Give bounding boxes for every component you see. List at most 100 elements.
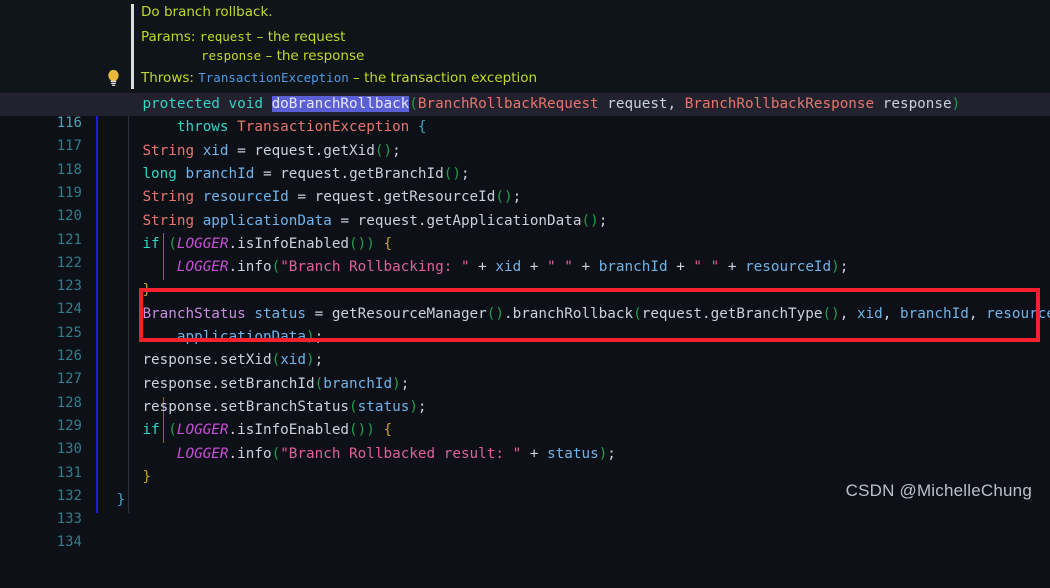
tok-method: getApplicationData <box>426 212 582 229</box>
tok-paren: ( <box>168 422 177 439</box>
tok-method: isInfoEnabled <box>237 422 350 439</box>
tok-paren: ( <box>349 398 358 415</box>
tok-paren: ) <box>366 422 375 439</box>
tok-op: + <box>478 259 487 276</box>
tok-semi: ; <box>392 142 401 159</box>
code-row[interactable]: 116 protected void doBranchRollback(Bran… <box>0 93 1050 131</box>
lightbulb-icon[interactable] <box>106 69 121 87</box>
code-row[interactable]: 122 if (LOGGER.isInfoEnabled()) { <box>0 233 1050 271</box>
tok-paren: ) <box>409 398 418 415</box>
code-row[interactable]: 128 response.setBranchId(branchId); <box>0 373 1050 411</box>
tok-obj: response <box>142 398 212 415</box>
tok-kw: if <box>142 422 160 439</box>
code-line-122[interactable]: if (LOGGER.isInfoEnabled()) { <box>108 233 392 256</box>
tok-semi: ; <box>400 375 410 392</box>
code-row[interactable]: 130 if (LOGGER.isInfoEnabled()) { <box>0 419 1050 457</box>
doc-throws-type[interactable]: TransactionException <box>198 70 349 85</box>
code-line-123[interactable]: LOGGER.info("Branch Rollbacking: " + xid… <box>108 256 848 279</box>
code-line-126[interactable]: applicationData); <box>108 326 323 349</box>
tok-kw: throws <box>176 119 229 136</box>
doc-param-desc-response: the response <box>276 48 365 64</box>
selected-identifier[interactable]: doBranchRollback <box>271 96 410 112</box>
code-line-119[interactable]: long branchId = request.getBranchId(); <box>108 163 469 186</box>
code-line-128[interactable]: response.setBranchId(branchId); <box>108 373 409 396</box>
tok-var: branchId <box>185 165 255 182</box>
tok-type: BranchRollbackResponse <box>684 96 875 112</box>
code-row[interactable]: 134 <box>0 512 1050 550</box>
code-line-116[interactable]: protected void doBranchRollback(BranchRo… <box>108 93 960 116</box>
tok-paren: () <box>495 189 513 206</box>
code-row[interactable]: 129 response.setBranchStatus(status); <box>0 396 1050 434</box>
code-row[interactable]: 127 response.setXid(xid); <box>0 349 1050 387</box>
code-line-124[interactable]: } <box>108 279 151 302</box>
tok-paren: ) <box>598 445 608 462</box>
tok-type: String <box>142 189 195 206</box>
code-editor[interactable]: 116 protected void doBranchRollback(Bran… <box>0 93 1050 550</box>
tok-arg: xid <box>280 352 307 369</box>
javadoc-tooltip: Do branch rollback. Params: request – th… <box>0 0 1050 93</box>
tok-arg: resourceId <box>986 305 1050 322</box>
tok-logger: LOGGER <box>176 422 229 439</box>
tok-paren: ) <box>831 259 840 276</box>
code-line-127[interactable]: response.setXid(xid); <box>108 349 323 372</box>
code-line-129[interactable]: response.setBranchStatus(status); <box>108 396 427 419</box>
tok-method: setBranchId <box>219 375 315 392</box>
code-row[interactable]: 119 long branchId = request.getBranchId(… <box>0 163 1050 201</box>
code-line-117[interactable]: throws TransactionException { <box>108 116 427 139</box>
tok-brace: } <box>142 282 152 299</box>
tok-string: "Branch Rollbacked result: " <box>280 445 522 462</box>
code-row[interactable]: 126 applicationData); <box>0 326 1050 364</box>
code-row[interactable]: 124 } <box>0 279 1050 317</box>
tok-dot: . <box>211 352 220 369</box>
code-row[interactable]: 131 LOGGER.info("Branch Rollbacked resul… <box>0 443 1050 481</box>
tok-logger: LOGGER <box>176 235 229 252</box>
tok-method: isInfoEnabled <box>237 235 350 252</box>
code-line-132[interactable]: } <box>108 466 151 489</box>
tok-paren: ) <box>951 96 961 112</box>
doc-throws-label: Throws: <box>141 70 194 86</box>
doc-params-label: Params: <box>141 29 196 45</box>
tok-obj: request <box>280 165 341 182</box>
doc-params-row-2: response – the response <box>201 48 364 64</box>
doc-param-dash-2: – <box>261 48 277 64</box>
code-row[interactable]: 120 String resourceId = request.getResou… <box>0 186 1050 224</box>
code-line-133[interactable]: } <box>108 489 126 512</box>
tok-method: getBranchId <box>349 165 444 182</box>
tok-op: + <box>676 259 685 276</box>
tok-paren: ( <box>271 445 281 462</box>
tok-paren: () <box>486 305 504 322</box>
code-line-118[interactable]: String xid = request.getXid(); <box>108 140 401 163</box>
tok-dot: . <box>340 165 350 182</box>
tok-paren: ( <box>271 259 281 276</box>
code-line-130[interactable]: if (LOGGER.isInfoEnabled()) { <box>108 419 392 442</box>
tok-method: info <box>237 445 272 462</box>
tok-paren: ) <box>366 235 375 252</box>
code-row[interactable]: 117 throws TransactionException { <box>0 116 1050 154</box>
tok-op: = <box>262 165 272 182</box>
tok-brace: { <box>383 235 393 252</box>
tok-type: String <box>142 142 195 159</box>
tok-paren: () <box>349 422 367 439</box>
code-row[interactable]: 125 BranchStatus status = getResourceMan… <box>0 303 1050 341</box>
tok-param: request <box>607 96 668 112</box>
tok-logger: LOGGER <box>176 259 229 276</box>
code-line-120[interactable]: String resourceId = request.getResourceI… <box>108 186 521 209</box>
doc-throws-row: Throws: TransactionException – the trans… <box>141 70 537 86</box>
tok-semi: ; <box>417 398 427 415</box>
code-row[interactable]: 121 String applicationData = request.get… <box>0 210 1050 248</box>
code-row[interactable]: 123 LOGGER.info("Branch Rollbacking: " +… <box>0 256 1050 294</box>
tok-method: getXid <box>323 142 375 159</box>
tok-brace: } <box>116 492 126 509</box>
tok-var: xid <box>202 142 229 159</box>
code-row[interactable]: 118 String xid = request.getXid(); <box>0 140 1050 178</box>
tok-var: branchId <box>598 259 668 276</box>
tok-dot: . <box>211 375 220 392</box>
code-line-121[interactable]: String applicationData = request.getAppl… <box>108 210 607 233</box>
code-line-131[interactable]: LOGGER.info("Branch Rollbacked result: "… <box>108 443 616 466</box>
tok-brace: { <box>417 119 427 136</box>
tok-paren: ( <box>409 96 418 112</box>
tok-method: info <box>237 259 272 276</box>
tok-method: setXid <box>219 352 272 369</box>
tok-op: = <box>314 305 324 322</box>
code-line-125[interactable]: BranchStatus status = getResourceManager… <box>108 303 1050 326</box>
